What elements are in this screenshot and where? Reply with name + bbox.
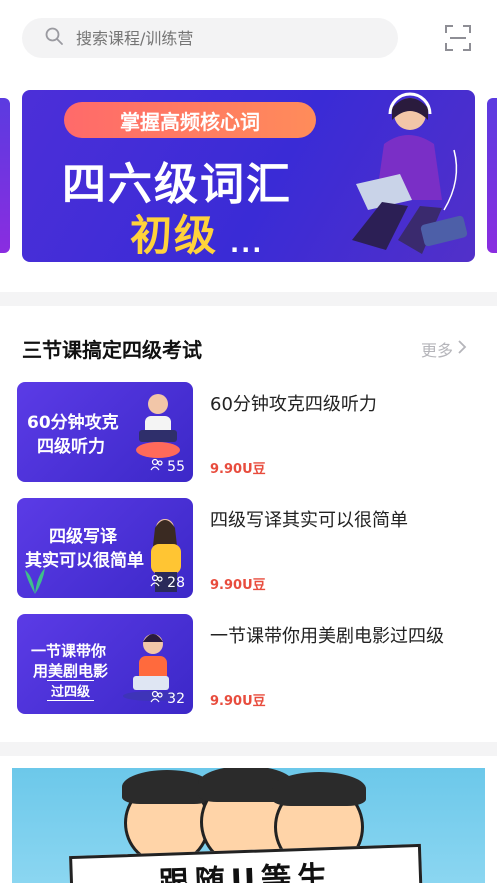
search-bar[interactable]	[22, 18, 398, 58]
course-name[interactable]: 60分钟攻克四级听力	[210, 390, 377, 416]
chevron-right-icon	[453, 339, 467, 359]
scan-icon[interactable]	[444, 24, 472, 52]
student-count: 28	[150, 574, 185, 592]
user-group-icon	[150, 690, 167, 708]
course-item[interactable]: 60分钟攻克 四级听力 55 60分钟攻克四级听力 9.90U豆	[17, 382, 477, 482]
more-label: 更多	[421, 341, 454, 360]
banner-pill: 掌握高频核心词	[64, 102, 316, 138]
user-group-icon	[150, 574, 167, 592]
more-link[interactable]: 更多	[421, 337, 467, 361]
banner-sign-text: 跟随U等生	[158, 859, 334, 883]
student-count-value: 55	[167, 459, 185, 475]
course-thumbnail: 四级写译 其实可以很简单 28	[17, 498, 193, 598]
course-price: 9.90U豆	[210, 694, 266, 709]
course-price: 9.90U豆	[210, 462, 266, 477]
student-laptop-illustration	[352, 92, 468, 254]
section-title: 三节课搞定四级考试	[22, 338, 202, 362]
teacher-illustration	[136, 394, 180, 458]
thumb-line1: 一节课带你	[31, 642, 107, 660]
banner-level: 初级	[130, 211, 219, 260]
search-input[interactable]	[76, 28, 356, 48]
student-count-value: 28	[167, 575, 185, 591]
student-count: 32	[150, 690, 185, 708]
course-item[interactable]: 四级写译 其实可以很简单 28 四级写译其实可以很简单 9.90U豆	[17, 498, 477, 598]
student-count-value: 32	[167, 691, 185, 707]
student-count: 55	[150, 458, 185, 476]
promo-banner[interactable]: 跟随U等生	[12, 768, 485, 883]
section-divider	[0, 742, 497, 756]
thumb-line1: 60分钟攻克	[27, 413, 119, 433]
thumb-line2: 四级听力	[37, 437, 105, 457]
thumb-line2: 用美剧电影	[33, 662, 109, 680]
course-name[interactable]: 四级写译其实可以很简单	[210, 506, 408, 532]
course-item[interactable]: 一节课带你 用美剧电影 过四级 32 一节课带你用美剧电影过四级 9.90U豆	[17, 614, 477, 714]
user-group-icon	[150, 458, 167, 476]
course-thumbnail: 一节课带你 用美剧电影 过四级 32	[17, 614, 193, 714]
course-price: 9.90U豆	[210, 578, 266, 593]
banner-sign: 跟随U等生	[69, 843, 423, 883]
banner-next-peek[interactable]	[487, 98, 497, 253]
course-thumbnail: 60分钟攻克 四级听力 55	[17, 382, 193, 482]
course-name[interactable]: 一节课带你用美剧电影过四级	[210, 622, 444, 648]
banner-prev-peek[interactable]	[0, 98, 10, 253]
thumb-line3: 过四级	[47, 680, 95, 701]
thumb-line1: 四级写译	[49, 527, 117, 547]
banner-dots: ...	[230, 230, 264, 258]
section-divider	[0, 292, 497, 306]
plant-illustration	[25, 568, 45, 594]
cartoon-hair	[272, 772, 366, 806]
search-icon	[44, 26, 64, 50]
carousel-banner[interactable]: 掌握高频核心词 四六级词汇 初级 ...	[22, 90, 475, 262]
